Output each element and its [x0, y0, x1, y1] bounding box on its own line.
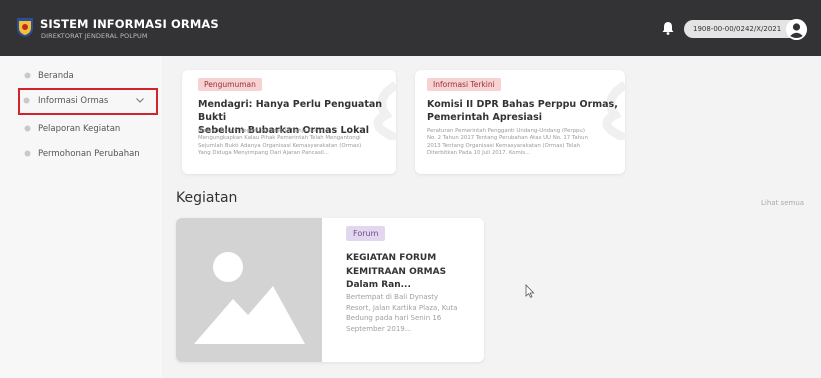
- event-image: [176, 218, 322, 362]
- news-excerpt-line: Sejumlah Bukti Adanya Organisasi Kemasya…: [198, 142, 362, 149]
- news-title-line: Mendagri: Hanya Perlu Penguatan Bukti: [198, 99, 383, 123]
- event-description-line: September 2019...: [346, 324, 412, 333]
- section-title: Kegiatan: [176, 190, 238, 206]
- sidebar-item-informasi-ormas[interactable]: Informasi Ormas: [18, 88, 158, 115]
- sidebar-item-pelaporan-kegiatan[interactable]: Pelaporan Kegiatan: [20, 120, 160, 138]
- event-description: Bertempat di Bali Dynasty Resort, Jalan …: [346, 292, 476, 334]
- event-description-line: Resort, Jalan Kartika Plaza, Kuta: [346, 303, 458, 312]
- category-badge: Informasi Terkini: [427, 78, 501, 91]
- news-title-line: Pemerintah Apresiasi: [427, 112, 542, 123]
- user-avatar-icon[interactable]: [786, 19, 807, 40]
- see-all-link[interactable]: Lihat semua: [761, 199, 804, 207]
- bell-icon[interactable]: [662, 21, 674, 35]
- menu-dot-icon: [23, 97, 30, 104]
- sidebar-item-label: Beranda: [38, 71, 74, 81]
- menu-dot-icon: [24, 125, 31, 132]
- event-description-line: Bedung pada hari Senin 16: [346, 314, 442, 322]
- news-excerpt: Peraturan Pemerintah Pengganti Undang-Un…: [427, 128, 623, 158]
- menu-dot-icon: [24, 150, 31, 157]
- news-excerpt-line: Yang Diduga Menyimpang Dari Ajaran Panca…: [198, 150, 329, 157]
- news-excerpt-line: Menteri Dalam Negeri (Mendagri) Tjahjo K…: [198, 128, 329, 134]
- mouse-cursor-icon: [525, 284, 535, 298]
- app-subtitle: DIREKTORAT JENDERAL POLPUM: [41, 32, 148, 40]
- event-title-line: KEGIATAN FORUM: [346, 253, 437, 263]
- menu-dot-icon: [24, 72, 31, 79]
- news-excerpt-line: 2013 Tentang Organisasi Kemasyarakatan (…: [427, 142, 581, 149]
- news-excerpt-line: No. 2 Tahun 2017 Tentang Perubahan Atas …: [427, 135, 588, 142]
- event-title-line: Dalam Ran...: [346, 280, 411, 290]
- sidebar-item-label: Permohonan Perubahan: [38, 149, 140, 159]
- category-badge: Pengumuman: [198, 78, 262, 91]
- event-title-line: KEMITRAAN ORMAS: [346, 266, 447, 277]
- news-excerpt-line: Peraturan Pemerintah Pengganti Undang-Un…: [427, 128, 585, 134]
- event-category-badge: Forum: [346, 226, 386, 241]
- chevron-down-icon[interactable]: [136, 98, 144, 103]
- news-excerpt-line: Mengungkapkan Kalau Pihak Pemerintah Tel…: [198, 135, 361, 142]
- sidebar-item-permohonan-perubahan[interactable]: Permohonan Perubahan: [20, 145, 160, 163]
- news-excerpt-line: Diterbitkan Pada 10 Juli 2017. Komis...: [427, 150, 531, 157]
- sidebar-item-beranda[interactable]: Beranda: [20, 67, 160, 85]
- event-title: KEGIATAN FORUM KEMITRAAN ORMAS Dalam Ran…: [346, 252, 476, 293]
- news-excerpt: Menteri Dalam Negeri (Mendagri) Tjahjo K…: [198, 128, 394, 158]
- app-title: SISTEM INFORMASI ORMAS: [40, 17, 219, 31]
- sidebar-item-label: Informasi Ormas: [38, 96, 109, 106]
- news-card[interactable]: Pengumuman Mendagri: Hanya Perlu Penguat…: [182, 70, 396, 174]
- news-title: Komisi II DPR Bahas Perppu Ormas, Pemeri…: [427, 98, 623, 124]
- user-id-label: 1908-00-00/0242/X/2021: [693, 25, 782, 33]
- news-title-line: Komisi II DPR Bahas Perppu Ormas,: [427, 99, 618, 110]
- image-placeholder-icon: [194, 252, 305, 344]
- news-card[interactable]: Informasi Terkini Komisi II DPR Bahas Pe…: [415, 70, 625, 174]
- sidebar-item-label: Pelaporan Kegiatan: [38, 124, 121, 134]
- event-description-line: Bertempat di Bali Dynasty: [346, 293, 439, 301]
- top-bar: SISTEM INFORMASI ORMAS DIREKTORAT JENDER…: [0, 0, 821, 56]
- garuda-logo-icon: [17, 18, 33, 37]
